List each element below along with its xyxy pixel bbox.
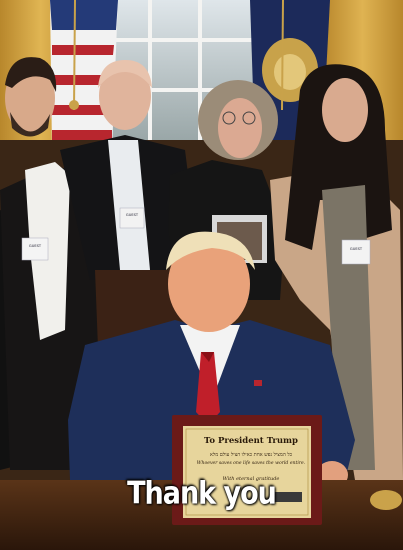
plaque-quote: Whoever saves one life saves the world e… — [196, 461, 306, 466]
plaque-hebrew-text: כל המציל נפש אחת כאילו הציל עולם מלא — [209, 452, 293, 458]
guest-badge: GUEST — [28, 244, 42, 248]
caption-text: Thank you — [127, 475, 277, 512]
photo-scene: To President Trump כל המציל נפש אחת כאיל… — [0, 0, 403, 550]
guest-badge: GUEST — [125, 213, 139, 217]
guest-badge: GUEST — [349, 247, 363, 251]
photo-illustration — [0, 0, 403, 550]
plaque-title: To President Trump — [204, 436, 298, 446]
